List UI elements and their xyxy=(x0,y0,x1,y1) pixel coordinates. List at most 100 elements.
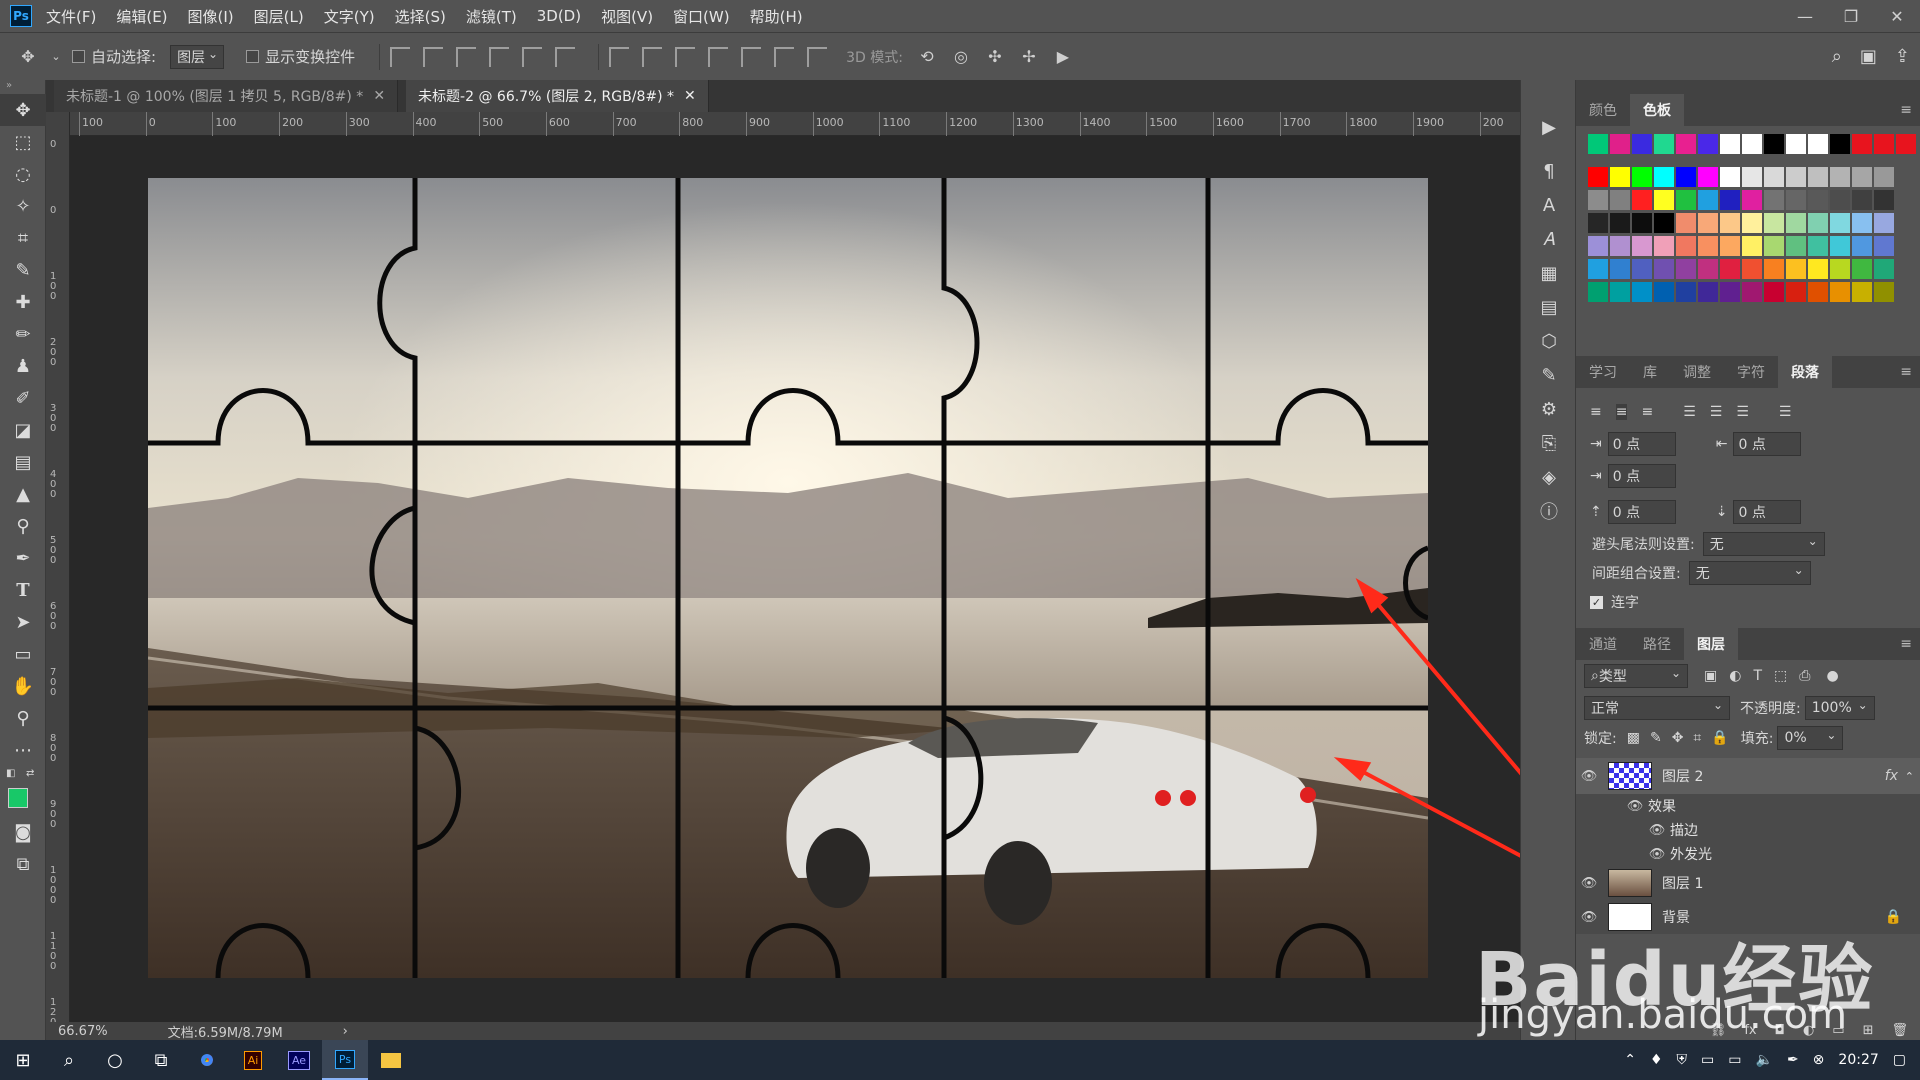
color-swatch[interactable] xyxy=(1632,282,1652,302)
opacity-input[interactable]: 100% xyxy=(1804,696,1875,720)
tab-paragraph[interactable]: 段落 xyxy=(1778,356,1832,388)
color-swatch[interactable] xyxy=(1830,236,1850,256)
color-swatch[interactable] xyxy=(1654,167,1674,187)
swatches-grid[interactable] xyxy=(1576,126,1920,356)
filter-smart-object-icon[interactable]: ⎙ xyxy=(1799,668,1810,684)
visibility-eye-icon[interactable]: 👁 xyxy=(1576,876,1602,891)
lock-image-icon[interactable]: ✎ xyxy=(1650,730,1662,746)
color-swatch[interactable] xyxy=(1632,134,1652,154)
align-left-text-icon[interactable]: ≡ xyxy=(1590,404,1602,420)
color-swatch[interactable] xyxy=(1676,190,1696,210)
color-swatch[interactable] xyxy=(1874,236,1894,256)
space-after-input[interactable]: 0 点 xyxy=(1733,500,1802,524)
lock-position-icon[interactable]: ✥ xyxy=(1672,730,1684,746)
color-swatch[interactable] xyxy=(1632,167,1652,187)
network-icon[interactable]: ▭ xyxy=(1728,1052,1741,1068)
color-swatch[interactable] xyxy=(1852,190,1872,210)
file-explorer-icon[interactable] xyxy=(368,1040,414,1080)
3d-icon[interactable]: ⬡ xyxy=(1521,324,1577,358)
layer-filter-dropdown[interactable]: ⌕ 类型 xyxy=(1584,664,1688,688)
tab-color[interactable]: 颜色 xyxy=(1576,94,1630,126)
filter-type-icon[interactable]: T xyxy=(1753,668,1762,684)
color-swatch[interactable] xyxy=(1808,213,1828,233)
tab-channels[interactable]: 通道 xyxy=(1576,628,1630,660)
color-swatch[interactable] xyxy=(1808,190,1828,210)
color-swatch[interactable] xyxy=(1808,282,1828,302)
layer-effects-row[interactable]: 👁 效果 xyxy=(1576,794,1920,818)
color-swatch[interactable] xyxy=(1720,259,1740,279)
color-swatch[interactable] xyxy=(1654,282,1674,302)
color-swatch[interactable] xyxy=(1786,282,1806,302)
color-swatch[interactable] xyxy=(1764,134,1784,154)
color-swatch[interactable] xyxy=(1588,259,1608,279)
color-swatch[interactable] xyxy=(1852,236,1872,256)
layer-stroke-row[interactable]: 👁 描边 xyxy=(1576,818,1920,842)
color-swatch[interactable] xyxy=(1698,259,1718,279)
filter-adjustment-icon[interactable]: ◐ xyxy=(1729,668,1741,684)
color-swatch[interactable] xyxy=(1742,190,1762,210)
after-effects-app[interactable]: Ae xyxy=(276,1040,322,1080)
cortana-icon[interactable]: ○ xyxy=(92,1040,138,1080)
color-swatch[interactable] xyxy=(1610,236,1630,256)
color-swatch[interactable] xyxy=(1874,167,1894,187)
color-swatch[interactable] xyxy=(1786,190,1806,210)
task-view-icon[interactable]: ⧉ xyxy=(138,1040,184,1080)
tab-character[interactable]: 字符 xyxy=(1724,356,1778,388)
color-swatch[interactable] xyxy=(1852,134,1872,154)
layer-name[interactable]: 图层 2 xyxy=(1662,766,1703,786)
color-swatch[interactable] xyxy=(1610,213,1630,233)
color-swatch[interactable] xyxy=(1676,236,1696,256)
history-icon[interactable]: ▦ xyxy=(1521,256,1577,290)
color-swatch[interactable] xyxy=(1632,213,1652,233)
color-swatch[interactable] xyxy=(1610,282,1630,302)
color-swatch[interactable] xyxy=(1588,236,1608,256)
color-swatch[interactable] xyxy=(1742,134,1762,154)
color-swatch[interactable] xyxy=(1830,134,1850,154)
color-swatch[interactable] xyxy=(1764,213,1784,233)
fill-input[interactable]: 0% xyxy=(1777,726,1844,750)
filter-pixel-icon[interactable]: ▣ xyxy=(1704,668,1717,684)
color-swatch[interactable] xyxy=(1764,190,1784,210)
color-swatch[interactable] xyxy=(1610,167,1630,187)
lock-artboard-icon[interactable]: ⌗ xyxy=(1693,730,1701,746)
color-swatch[interactable] xyxy=(1874,259,1894,279)
color-swatch[interactable] xyxy=(1808,134,1828,154)
color-swatch[interactable] xyxy=(1632,259,1652,279)
zoom-level[interactable]: 66.67% xyxy=(58,1024,108,1039)
color-swatch[interactable] xyxy=(1632,190,1652,210)
notifications-icon[interactable]: ▢ xyxy=(1893,1052,1906,1068)
color-swatch[interactable] xyxy=(1830,282,1850,302)
color-swatch[interactable] xyxy=(1610,190,1630,210)
paragraph-styles-icon[interactable]: ¶ xyxy=(1521,154,1577,188)
tab-adjustments[interactable]: 调整 xyxy=(1670,356,1724,388)
visibility-eye-icon[interactable]: 👁 xyxy=(1622,799,1648,814)
color-swatch[interactable] xyxy=(1786,236,1806,256)
color-swatch[interactable] xyxy=(1654,213,1674,233)
hyphenate-checkbox[interactable]: ✓ xyxy=(1590,595,1603,609)
color-swatch[interactable] xyxy=(1654,134,1674,154)
measurement-icon[interactable]: ◈ xyxy=(1521,460,1577,494)
color-swatch[interactable] xyxy=(1676,167,1696,187)
panel-menu-icon[interactable]: ≡ xyxy=(1900,102,1912,118)
tray-app-icon[interactable]: ♦ xyxy=(1650,1052,1663,1068)
color-swatch[interactable] xyxy=(1852,167,1872,187)
color-swatch[interactable] xyxy=(1808,236,1828,256)
tab-learn[interactable]: 学习 xyxy=(1576,356,1630,388)
color-swatch[interactable] xyxy=(1698,213,1718,233)
tab-layers[interactable]: 图层 xyxy=(1684,628,1738,660)
color-swatch[interactable] xyxy=(1742,236,1762,256)
color-swatch[interactable] xyxy=(1830,259,1850,279)
tab-libraries[interactable]: 库 xyxy=(1630,356,1670,388)
justify-all-icon[interactable]: ☰ xyxy=(1779,404,1792,420)
color-swatch[interactable] xyxy=(1830,167,1850,187)
color-swatch[interactable] xyxy=(1588,190,1608,210)
color-swatch[interactable] xyxy=(1610,259,1630,279)
color-swatch[interactable] xyxy=(1654,236,1674,256)
chrome-icon[interactable] xyxy=(184,1040,230,1080)
color-swatch[interactable] xyxy=(1852,259,1872,279)
color-swatch[interactable] xyxy=(1698,236,1718,256)
security-shield-icon[interactable]: ⛨ xyxy=(1677,1052,1688,1068)
properties-icon[interactable]: ⚙ xyxy=(1521,392,1577,426)
color-swatch[interactable] xyxy=(1786,167,1806,187)
color-swatch[interactable] xyxy=(1698,167,1718,187)
